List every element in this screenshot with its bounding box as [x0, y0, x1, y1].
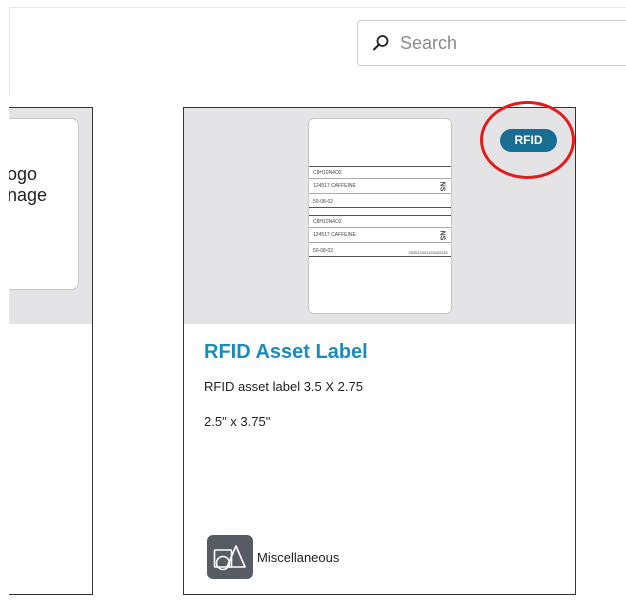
- label-preview-rule: [309, 242, 451, 243]
- label-preview-text: NS: [438, 230, 446, 241]
- label-preview-text: 782012321123432231: [408, 250, 448, 255]
- template-card-rfid-asset-label[interactable]: C8H10N4O2 124517 CAFFEINE NS 50-08-02 C8…: [183, 101, 576, 595]
- search-icon: [373, 35, 389, 51]
- label-preview-section: C8H10N4O2 124517 CAFFEINE NS 50-08-02 78…: [309, 215, 451, 257]
- shapes-icon: [207, 535, 253, 579]
- label-preview-rule: [309, 178, 451, 179]
- label-preview-text: 124517 CAFFEINE: [313, 183, 356, 189]
- card-image-area: ogo nage: [9, 108, 92, 324]
- sidebar-divider: [9, 7, 10, 95]
- label-preview-rule: [309, 227, 451, 228]
- label-preview-image: C8H10N4O2 124517 CAFFEINE NS 50-08-02 C8…: [308, 118, 452, 314]
- label-preview-text: C8H10N4O2: [313, 170, 342, 176]
- label-preview-text: 124517 CAFFEINE: [313, 232, 356, 238]
- logo-placeholder-line1: ogo: [9, 164, 38, 184]
- label-preview-rule: [309, 193, 451, 194]
- card-title[interactable]: RFID Asset Label: [204, 341, 368, 364]
- page: ogo nage C8H10N4O2 124517 CAFFEINE NS 50…: [0, 0, 626, 605]
- label-preview-text: 50-08-02: [313, 248, 334, 254]
- label-preview-text: C8H10N4O2: [313, 219, 342, 225]
- card-description: RFID asset label 3.5 X 2.75: [204, 379, 363, 394]
- template-card-partial[interactable]: ogo nage: [9, 107, 93, 595]
- label-preview-text: NS: [438, 181, 446, 192]
- card-size: 2.5" x 3.75": [204, 414, 271, 429]
- label-preview-section: C8H10N4O2 124517 CAFFEINE NS 50-08-02: [309, 166, 451, 208]
- category-label: Miscellaneous: [257, 549, 340, 565]
- logo-placeholder-text: ogo nage: [9, 164, 47, 206]
- label-preview-text: 50-08-02: [313, 199, 334, 205]
- card-image-area: C8H10N4O2 124517 CAFFEINE NS 50-08-02 C8…: [184, 101, 575, 324]
- header-divider: [9, 7, 626, 8]
- card-category: Miscellaneous: [207, 535, 339, 579]
- shapes-icon-glyph: [213, 545, 246, 571]
- highlight-circle-annotation: [480, 101, 575, 179]
- logo-placeholder-line2: nage: [9, 185, 48, 205]
- search-box[interactable]: [357, 20, 626, 66]
- search-input[interactable]: [398, 31, 622, 55]
